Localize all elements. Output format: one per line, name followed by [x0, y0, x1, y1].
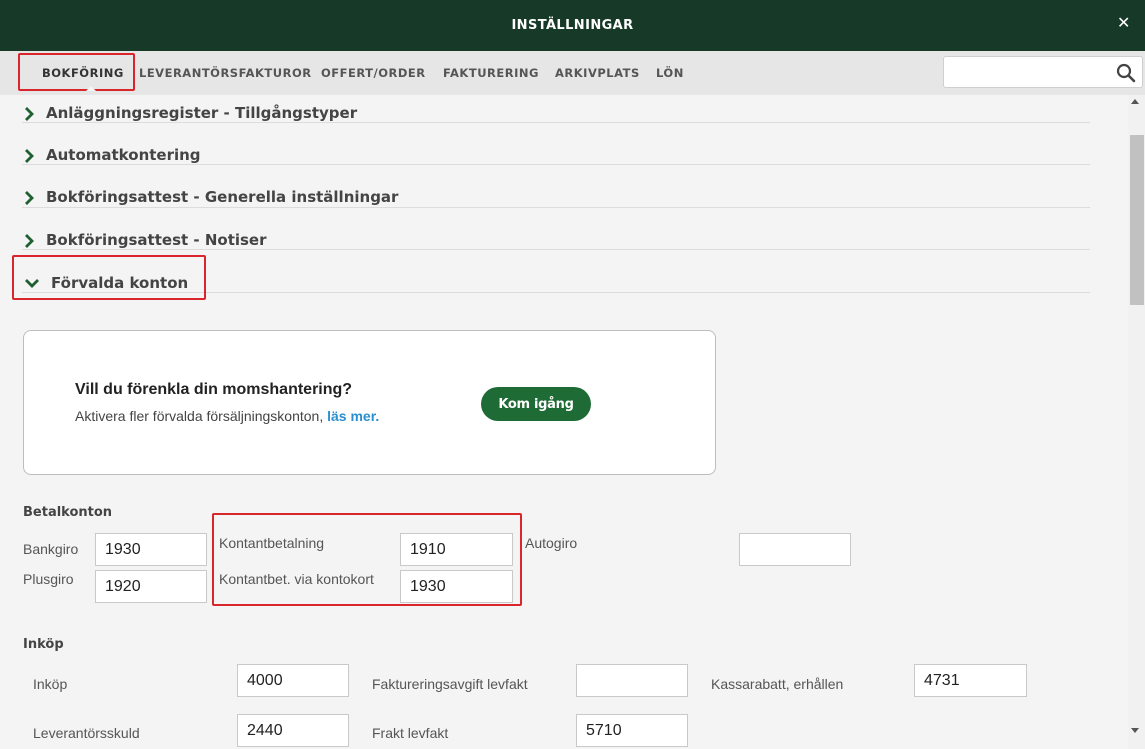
label-faktureringsavgift: Faktureringsavgift levfakt: [372, 676, 528, 692]
accordion-label: Automatkontering: [46, 146, 201, 164]
accordion-bokforingsattest-generella[interactable]: Bokföringsattest - Generella inställning…: [22, 188, 1090, 208]
read-more-link[interactable]: läs mer.: [327, 408, 379, 424]
label-kassarabatt: Kassarabatt, erhållen: [711, 676, 844, 692]
label-leverantorsskuld: Leverantörsskuld: [33, 725, 140, 741]
chevron-right-icon: [25, 191, 34, 205]
search-icon[interactable]: [1116, 63, 1136, 83]
tab-fakturering[interactable]: FAKTURERING: [443, 51, 539, 95]
promo-title: Vill du förenkla din momshantering?: [75, 381, 353, 398]
leverantorsskuld-input[interactable]: [237, 714, 349, 747]
promo-description: Aktivera fler förvalda försäljningskonto…: [75, 408, 324, 424]
kassarabatt-input[interactable]: [914, 664, 1027, 697]
active-tab-highlight: [18, 53, 135, 91]
accordion-automatkontering[interactable]: Automatkontering: [22, 146, 1090, 165]
autogiro-input[interactable]: [739, 533, 851, 566]
label-plusgiro: Plusgiro: [23, 571, 74, 587]
scrollbar-thumb[interactable]: [1130, 135, 1144, 305]
kontant-fields-highlight: [212, 513, 522, 606]
label-autogiro: Autogiro: [525, 535, 578, 551]
page-title: INSTÄLLNINGAR: [511, 18, 634, 33]
promo-text: Aktivera fler förvalda försäljningskonto…: [75, 408, 379, 424]
bankgiro-input[interactable]: [95, 533, 207, 566]
tab-lon[interactable]: LÖN: [656, 51, 684, 95]
chevron-right-icon: [25, 234, 34, 248]
get-started-button[interactable]: Kom igång: [481, 387, 591, 421]
promo-card: Vill du förenkla din momshantering? Akti…: [23, 330, 716, 475]
accordion-bokforingsattest-notiser[interactable]: Bokföringsattest - Notiser: [22, 231, 1090, 250]
search-input[interactable]: [944, 57, 1109, 87]
label-bankgiro: Bankgiro: [23, 541, 79, 557]
close-icon[interactable]: ✕: [1117, 16, 1131, 32]
inkop-input[interactable]: [237, 664, 349, 697]
search-box: [943, 56, 1143, 88]
expanded-section-highlight: [12, 255, 206, 300]
section-title-inkop: Inköp: [23, 637, 64, 652]
active-tab-caret: [86, 86, 96, 91]
accordion-label: Bokföringsattest - Notiser: [46, 231, 267, 249]
label-inkop: Inköp: [33, 676, 68, 692]
accordion-label: Bokföringsattest - Generella inställning…: [46, 188, 399, 206]
label-frakt: Frakt levfakt: [372, 725, 449, 741]
scroll-up-arrow-icon[interactable]: [1131, 99, 1139, 104]
chevron-right-icon: [25, 107, 34, 121]
section-title-betalkonton: Betalkonton: [23, 505, 113, 520]
tab-arkivplats[interactable]: ARKIVPLATS: [555, 51, 640, 95]
chevron-right-icon: [25, 149, 34, 163]
tab-offert-order[interactable]: OFFERT/ORDER: [321, 51, 426, 95]
tab-leverantorsfakturor[interactable]: LEVERANTÖRSFAKTUROR: [139, 51, 312, 95]
plusgiro-input[interactable]: [95, 570, 207, 603]
faktureringsavgift-input[interactable]: [576, 664, 688, 697]
accordion-label: Anläggningsregister - Tillgångstyper: [46, 104, 358, 122]
accordion-anlaggningsregister[interactable]: Anläggningsregister - Tillgångstyper: [22, 104, 1090, 123]
settings-header: INSTÄLLNINGAR ✕: [0, 0, 1145, 51]
frakt-input[interactable]: [576, 714, 688, 747]
scroll-down-arrow-icon[interactable]: [1131, 728, 1139, 733]
